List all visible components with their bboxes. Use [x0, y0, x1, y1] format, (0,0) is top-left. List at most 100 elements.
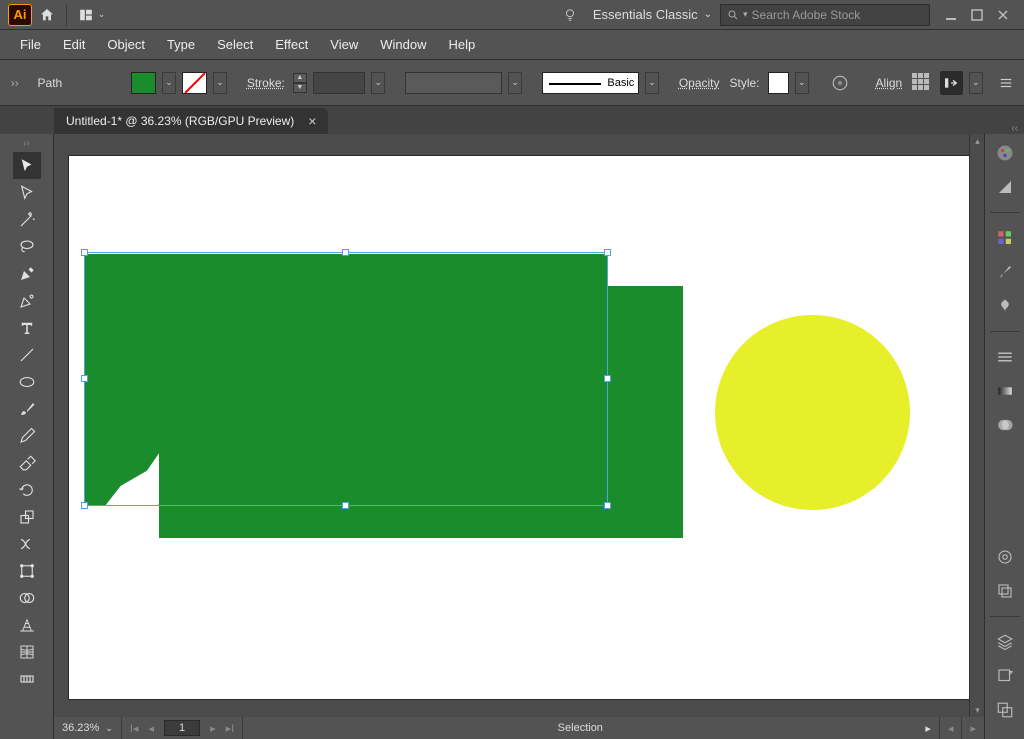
width-tool[interactable] — [13, 530, 41, 557]
curvature-tool[interactable] — [13, 287, 41, 314]
stroke-weight-field[interactable] — [313, 72, 366, 94]
magic-wand-tool[interactable] — [13, 206, 41, 233]
menu-view[interactable]: View — [320, 33, 368, 56]
stroke-swatch-none[interactable] — [182, 72, 207, 94]
ellipse-tool[interactable] — [13, 368, 41, 395]
appearance-panel-icon[interactable] — [992, 544, 1018, 570]
last-artboard-icon[interactable]: ▸I — [226, 722, 235, 735]
horizontal-scrollbar[interactable] — [54, 702, 969, 717]
zoom-field[interactable]: 36.23% ⌄ — [54, 717, 122, 739]
menu-window[interactable]: Window — [370, 33, 436, 56]
align-grid-icon[interactable] — [910, 71, 933, 95]
transparency-panel-icon[interactable] — [992, 412, 1018, 438]
color-guide-panel-icon[interactable] — [992, 174, 1018, 200]
recolor-artwork-icon[interactable] — [828, 71, 851, 95]
maximize-button[interactable] — [966, 6, 988, 24]
color-panel-icon[interactable] — [992, 140, 1018, 166]
arrange-documents-icon[interactable]: ⌄ — [71, 0, 111, 30]
minimize-button[interactable] — [940, 6, 962, 24]
scale-tool[interactable] — [13, 503, 41, 530]
scroll-left-icon[interactable]: ◂ — [940, 717, 963, 739]
scroll-down-icon[interactable]: ▾ — [970, 703, 985, 717]
status-play-icon[interactable]: ▸ — [917, 717, 940, 739]
rotate-tool[interactable] — [13, 476, 41, 503]
perspective-grid-tool[interactable] — [13, 611, 41, 638]
artboard[interactable] — [69, 156, 969, 699]
tools-collapse-chevron[interactable]: ›› — [23, 138, 30, 152]
align-label[interactable]: Align — [874, 76, 905, 90]
menu-effect[interactable]: Effect — [265, 33, 318, 56]
search-input[interactable]: ▾ Search Adobe Stock — [720, 4, 930, 26]
layers-panel-icon[interactable] — [992, 629, 1018, 655]
fill-dropdown[interactable]: ⌄ — [162, 72, 176, 94]
graphic-styles-panel-icon[interactable] — [992, 578, 1018, 604]
document-tab[interactable]: Untitled-1* @ 36.23% (RGB/GPU Preview) × — [54, 108, 328, 134]
prev-artboard-icon[interactable]: ◂ — [148, 722, 154, 735]
menu-select[interactable]: Select — [207, 33, 263, 56]
handle-s[interactable] — [342, 502, 349, 509]
vertical-scrollbar[interactable]: ▴ ▾ — [969, 134, 984, 717]
stroke-dropdown[interactable]: ⌄ — [213, 72, 227, 94]
isolate-mode-icon[interactable] — [940, 71, 963, 95]
style-swatch[interactable] — [768, 72, 789, 94]
brushes-panel-icon[interactable] — [992, 259, 1018, 285]
handle-ne[interactable] — [604, 249, 611, 256]
menu-type[interactable]: Type — [157, 33, 205, 56]
brush-definition[interactable]: Basic — [542, 72, 640, 94]
pen-tool[interactable] — [13, 260, 41, 287]
free-transform-tool[interactable] — [13, 557, 41, 584]
yellow-circle[interactable] — [715, 315, 910, 510]
handle-w[interactable] — [81, 375, 88, 382]
selection-bounding-box[interactable] — [84, 252, 608, 506]
close-button[interactable] — [992, 6, 1014, 24]
stroke-label[interactable]: Stroke: — [245, 76, 287, 90]
brush-dropdown[interactable]: ⌄ — [645, 72, 659, 94]
handle-n[interactable] — [342, 249, 349, 256]
variable-width-dropdown[interactable]: ⌄ — [508, 72, 522, 94]
artboards-panel-icon[interactable] — [992, 697, 1018, 723]
stroke-weight-dropdown[interactable]: ⌄ — [371, 72, 385, 94]
handle-sw[interactable] — [81, 502, 88, 509]
status-mode[interactable]: Selection — [243, 717, 917, 739]
gradient-tool[interactable] — [13, 665, 41, 692]
canvas-area[interactable]: ▴ ▾ 36.23% ⌄ I◂ ◂ 1 ▸ ▸I Selection ▸ ◂ ▸ — [54, 134, 984, 739]
eraser-tool[interactable] — [13, 449, 41, 476]
panels-collapse-chevron[interactable]: ‹‹ — [1011, 123, 1018, 134]
direct-selection-tool[interactable] — [13, 179, 41, 206]
handle-e[interactable] — [604, 375, 611, 382]
control-menu-icon[interactable] — [995, 71, 1018, 95]
line-tool[interactable] — [13, 341, 41, 368]
artboard-nav[interactable]: I◂ ◂ 1 ▸ ▸I — [122, 717, 243, 739]
style-dropdown[interactable]: ⌄ — [795, 72, 809, 94]
scroll-right-icon[interactable]: ▸ — [962, 717, 984, 739]
lightbulb-icon[interactable] — [555, 0, 585, 30]
gradient-panel-icon[interactable] — [992, 378, 1018, 404]
type-tool[interactable] — [13, 314, 41, 341]
stroke-weight-spinner[interactable]: ▲▼ — [293, 73, 307, 93]
handle-nw[interactable] — [81, 249, 88, 256]
shape-builder-tool[interactable] — [13, 584, 41, 611]
variable-width-profile[interactable] — [405, 72, 502, 94]
artboard-index[interactable]: 1 — [164, 720, 200, 736]
first-artboard-icon[interactable]: I◂ — [130, 722, 139, 735]
swatches-panel-icon[interactable] — [992, 225, 1018, 251]
expand-control-icon[interactable]: ›› — [6, 76, 24, 90]
lasso-tool[interactable] — [13, 233, 41, 260]
paintbrush-tool[interactable] — [13, 395, 41, 422]
menu-help[interactable]: Help — [438, 33, 485, 56]
home-icon[interactable] — [32, 0, 62, 30]
fill-swatch[interactable] — [131, 72, 156, 94]
close-icon[interactable]: × — [308, 113, 316, 129]
pencil-tool[interactable] — [13, 422, 41, 449]
symbols-panel-icon[interactable] — [992, 293, 1018, 319]
menu-object[interactable]: Object — [97, 33, 155, 56]
scroll-up-icon[interactable]: ▴ — [970, 134, 985, 148]
next-artboard-icon[interactable]: ▸ — [210, 722, 216, 735]
mesh-tool[interactable] — [13, 638, 41, 665]
workspace-switcher[interactable]: Essentials Classic ⌄ — [585, 7, 720, 22]
menu-file[interactable]: File — [10, 33, 51, 56]
isolate-dropdown[interactable]: ⌄ — [969, 72, 983, 94]
selection-tool[interactable] — [13, 152, 41, 179]
stroke-panel-icon[interactable] — [992, 344, 1018, 370]
menu-edit[interactable]: Edit — [53, 33, 95, 56]
